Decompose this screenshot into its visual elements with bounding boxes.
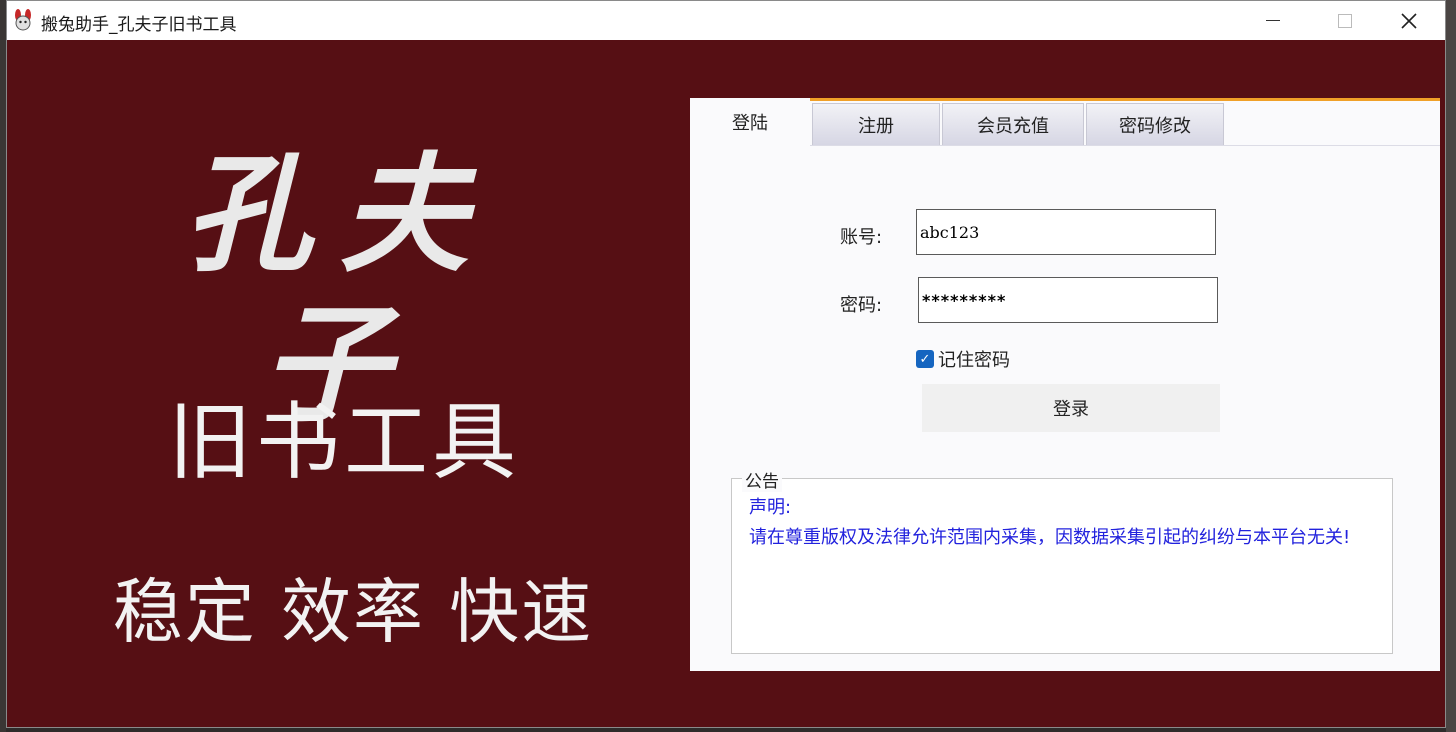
account-input[interactable]: [916, 209, 1216, 255]
login-button[interactable]: 登录: [922, 384, 1220, 432]
minimize-icon: [1266, 19, 1280, 22]
minimize-button[interactable]: [1237, 1, 1309, 40]
close-icon: [1401, 12, 1417, 29]
brand-subtitle: 旧书工具: [167, 393, 520, 491]
tab-login[interactable]: 登陆: [690, 98, 810, 146]
maximize-icon: [1338, 13, 1352, 28]
tab-strip: 登陆 注册 会员充值 密码修改: [690, 98, 1440, 146]
tab-change-password[interactable]: 密码修改: [1086, 103, 1224, 145]
notice-box: 公告 声明: 请在尊重版权及法律允许范围内采集，因数据采集引起的纠纷与本平台无关…: [731, 467, 1393, 654]
password-input[interactable]: [918, 277, 1218, 323]
tab-register[interactable]: 注册: [812, 103, 940, 145]
notice-heading: 声明:: [749, 497, 792, 518]
notice-title: 公告: [742, 467, 782, 492]
close-button[interactable]: [1373, 1, 1445, 40]
desktop-background-right: [1446, 0, 1456, 732]
app-window: 搬兔助手_孔夫子旧书工具 孔夫子 旧书工具 稳定 效率 快速 登陆 注册 会员充…: [6, 0, 1446, 728]
login-panel: 登陆 注册 会员充值 密码修改 账号: 密码: ✓ 记住密码 登录 公告 声明:…: [690, 98, 1440, 671]
maximize-button[interactable]: [1309, 1, 1381, 40]
tab-recharge[interactable]: 会员充值: [942, 103, 1084, 145]
client-area: 孔夫子 旧书工具 稳定 效率 快速 登陆 注册 会员充值 密码修改 账号: 密码…: [7, 40, 1445, 727]
title-bar[interactable]: 搬兔助手_孔夫子旧书工具: [7, 1, 1445, 40]
notice-body: 请在尊重版权及法律允许范围内采集，因数据采集引起的纠纷与本平台无关!: [749, 527, 1351, 548]
password-label: 密码:: [840, 295, 883, 316]
remember-password-label: 记住密码: [938, 350, 1010, 371]
window-title: 搬兔助手_孔夫子旧书工具: [41, 15, 237, 35]
notice-content[interactable]: 声明: 请在尊重版权及法律允许范围内采集，因数据采集引起的纠纷与本平台无关!: [749, 493, 1369, 553]
checkmark-icon: ✓: [916, 350, 934, 368]
account-label: 账号:: [840, 227, 883, 248]
rabbit-app-icon: [11, 9, 35, 31]
brand-slogan: 稳定 效率 快速: [112, 571, 594, 653]
remember-password-checkbox[interactable]: ✓ 记住密码: [916, 346, 1010, 372]
